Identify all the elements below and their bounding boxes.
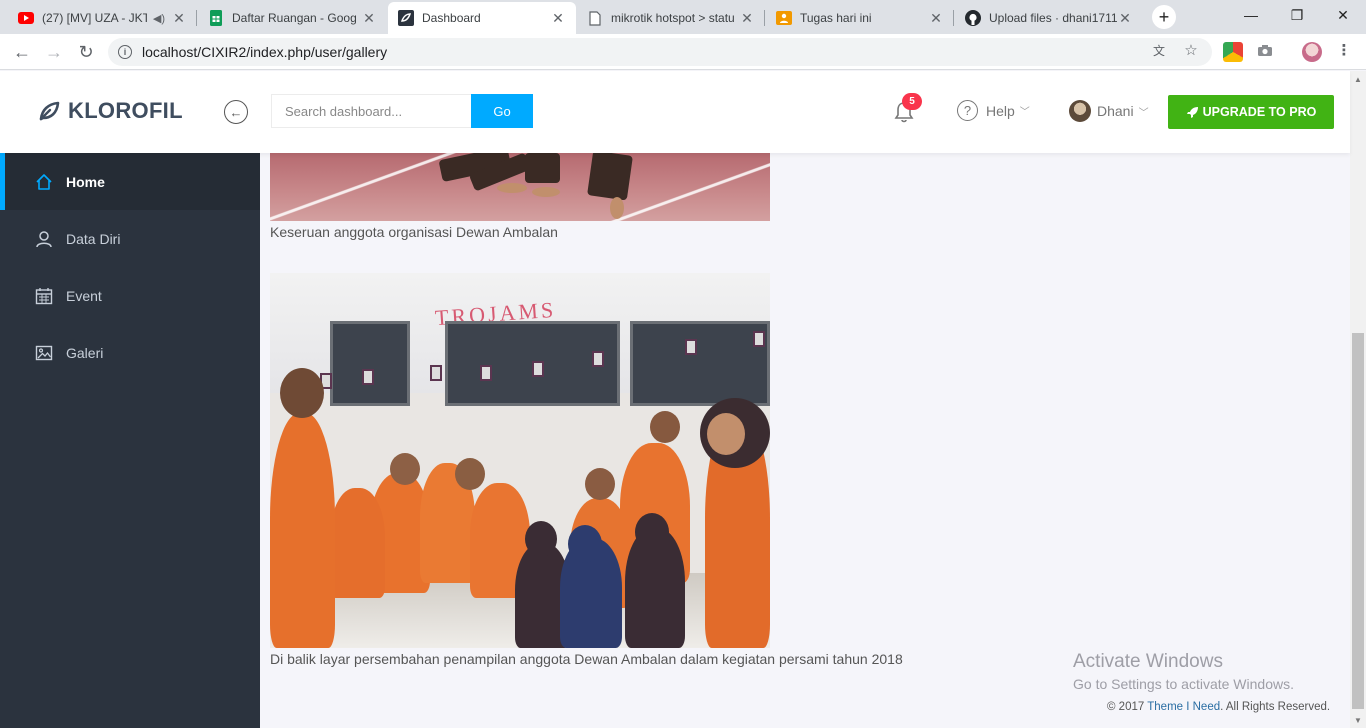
gallery-caption-1: Keseruan anggota organisasi Dewan Ambala… xyxy=(270,224,558,240)
camera-icon[interactable] xyxy=(1255,40,1275,60)
activate-windows-subtitle: Go to Settings to activate Windows. xyxy=(1073,676,1294,692)
tab-label: Daftar Ruangan - Goog xyxy=(232,11,357,25)
sidebar-item-label: Data Diri xyxy=(66,230,121,247)
sheets-icon xyxy=(208,10,224,26)
forward-button[interactable]: → xyxy=(42,40,66,64)
leaf-icon xyxy=(39,101,60,121)
copyright-prefix: © 2017 xyxy=(1107,701,1148,713)
upgrade-label: UPGRADE TO PRO xyxy=(1202,105,1317,119)
reload-button[interactable]: ↻ xyxy=(74,40,98,64)
calendar-icon xyxy=(34,286,54,306)
home-icon xyxy=(34,172,54,192)
close-tab-icon[interactable]: ✕ xyxy=(739,10,755,27)
browser-menu-icon[interactable]: ⋮ xyxy=(1334,40,1354,60)
sidebar-item-galeri[interactable]: Galeri xyxy=(0,324,260,381)
profile-avatar[interactable] xyxy=(1302,42,1322,62)
site-info-icon[interactable]: i xyxy=(118,45,132,59)
footer-copyright: © 2017 Theme I Need. All Rights Reserved… xyxy=(1107,701,1330,713)
browser-tab-sheets[interactable]: Daftar Ruangan - Goog ✕ xyxy=(198,2,387,34)
gallery-caption-2: Di balik layar persembahan penampilan an… xyxy=(270,651,903,667)
copyright-suffix: . All Rights Reserved. xyxy=(1220,701,1331,713)
classroom-icon xyxy=(776,10,792,26)
browser-tab-github[interactable]: Upload files · dhani1711 ✕ xyxy=(955,2,1143,34)
tab-label: Tugas hari ini xyxy=(800,11,872,25)
new-tab-button[interactable]: + xyxy=(1152,5,1176,29)
user-icon xyxy=(34,229,54,249)
sidebar-toggle-icon[interactable]: ← xyxy=(224,100,248,124)
sidebar-item-label: Event xyxy=(66,287,102,304)
browser-tab-mikrotik[interactable]: mikrotik hotspot > statu ✕ xyxy=(577,2,765,34)
user-name: Dhani xyxy=(1097,103,1134,119)
extension-icon[interactable] xyxy=(1223,42,1243,62)
sidebar-item-event[interactable]: Event xyxy=(0,267,260,324)
speaker-icon[interactable]: ◀) xyxy=(153,12,165,25)
brand-logo[interactable]: KLOROFIL xyxy=(38,98,183,124)
back-button[interactable]: ← xyxy=(10,40,34,64)
youtube-icon xyxy=(18,10,34,26)
app-header: KLOROFIL ← Go 5 ? Help ﹀ Dhani ﹀ UPGRADE… xyxy=(0,71,1350,153)
gallery-photo-2: TROJAMS xyxy=(270,273,770,648)
sidebar: Home Data Diri Event Galeri xyxy=(0,153,260,728)
document-icon xyxy=(587,10,603,26)
user-dropdown[interactable]: Dhani ﹀ xyxy=(1069,100,1149,122)
address-bar[interactable]: i localhost/CIXIR2/index.php/user/galler… xyxy=(108,38,1212,66)
close-window-button[interactable]: ✕ xyxy=(1320,0,1366,30)
close-tab-icon[interactable]: ✕ xyxy=(361,10,377,27)
sidebar-item-data-diri[interactable]: Data Diri xyxy=(0,210,260,267)
browser-tab-tugas[interactable]: Tugas hari ini ✕ xyxy=(766,2,954,34)
restore-window-button[interactable]: ❐ xyxy=(1274,0,1320,30)
translate-icon[interactable]: 文 xyxy=(1149,40,1169,60)
help-label: Help xyxy=(986,102,1015,119)
notification-badge: 5 xyxy=(902,93,922,110)
sidebar-item-label: Galeri xyxy=(66,344,104,361)
dashboard-icon xyxy=(398,10,414,26)
browser-tab-strip: (27) [MV] UZA - JKT ◀) ✕ Daftar Ruangan … xyxy=(0,0,1366,34)
tab-label: Dashboard xyxy=(422,11,481,25)
page-scrollbar[interactable]: ▲ ▼ xyxy=(1350,71,1366,728)
help-dropdown[interactable]: ? Help ﹀ xyxy=(957,100,1030,121)
close-tab-icon[interactable]: ✕ xyxy=(928,10,944,27)
image-icon xyxy=(34,343,54,363)
activate-windows-title: Activate Windows xyxy=(1073,651,1223,672)
tab-label: Upload files · dhani1711 xyxy=(989,11,1117,25)
close-tab-icon[interactable]: ✕ xyxy=(550,10,566,27)
scroll-up-arrow-icon[interactable]: ▲ xyxy=(1350,71,1366,87)
search-go-button[interactable]: Go xyxy=(471,94,533,128)
chevron-down-icon: ﹀ xyxy=(1019,107,1030,118)
rocket-icon xyxy=(1186,106,1198,118)
gallery-photo-1 xyxy=(270,153,770,221)
brand-name: KLOROFIL xyxy=(68,98,183,123)
bookmark-star-icon[interactable]: ☆ xyxy=(1181,40,1201,60)
browser-tab-youtube[interactable]: (27) [MV] UZA - JKT ◀) ✕ xyxy=(8,2,197,34)
browser-toolbar: ← → ↻ i localhost/CIXIR2/index.php/user/… xyxy=(0,34,1366,70)
close-tab-icon[interactable]: ✕ xyxy=(171,10,187,27)
minimize-window-button[interactable]: — xyxy=(1228,0,1274,30)
question-circle-icon: ? xyxy=(957,100,978,121)
github-icon xyxy=(965,10,981,26)
close-tab-icon[interactable]: ✕ xyxy=(1117,10,1133,27)
scrollbar-thumb[interactable] xyxy=(1352,333,1364,709)
search-input[interactable] xyxy=(271,94,471,128)
theme-link[interactable]: Theme I Need xyxy=(1147,701,1220,713)
sidebar-item-label: Home xyxy=(66,173,105,190)
tab-label: (27) [MV] UZA - JKT xyxy=(42,11,147,25)
upgrade-to-pro-button[interactable]: UPGRADE TO PRO xyxy=(1168,95,1334,129)
browser-tab-dashboard[interactable]: Dashboard ✕ xyxy=(388,2,576,34)
scroll-down-arrow-icon[interactable]: ▼ xyxy=(1350,712,1366,728)
sidebar-item-home[interactable]: Home xyxy=(0,153,260,210)
url-text: localhost/CIXIR2/index.php/user/gallery xyxy=(142,44,388,60)
avatar xyxy=(1069,100,1091,122)
tab-label: mikrotik hotspot > statu xyxy=(611,11,735,25)
chevron-down-icon: ﹀ xyxy=(1138,107,1149,119)
